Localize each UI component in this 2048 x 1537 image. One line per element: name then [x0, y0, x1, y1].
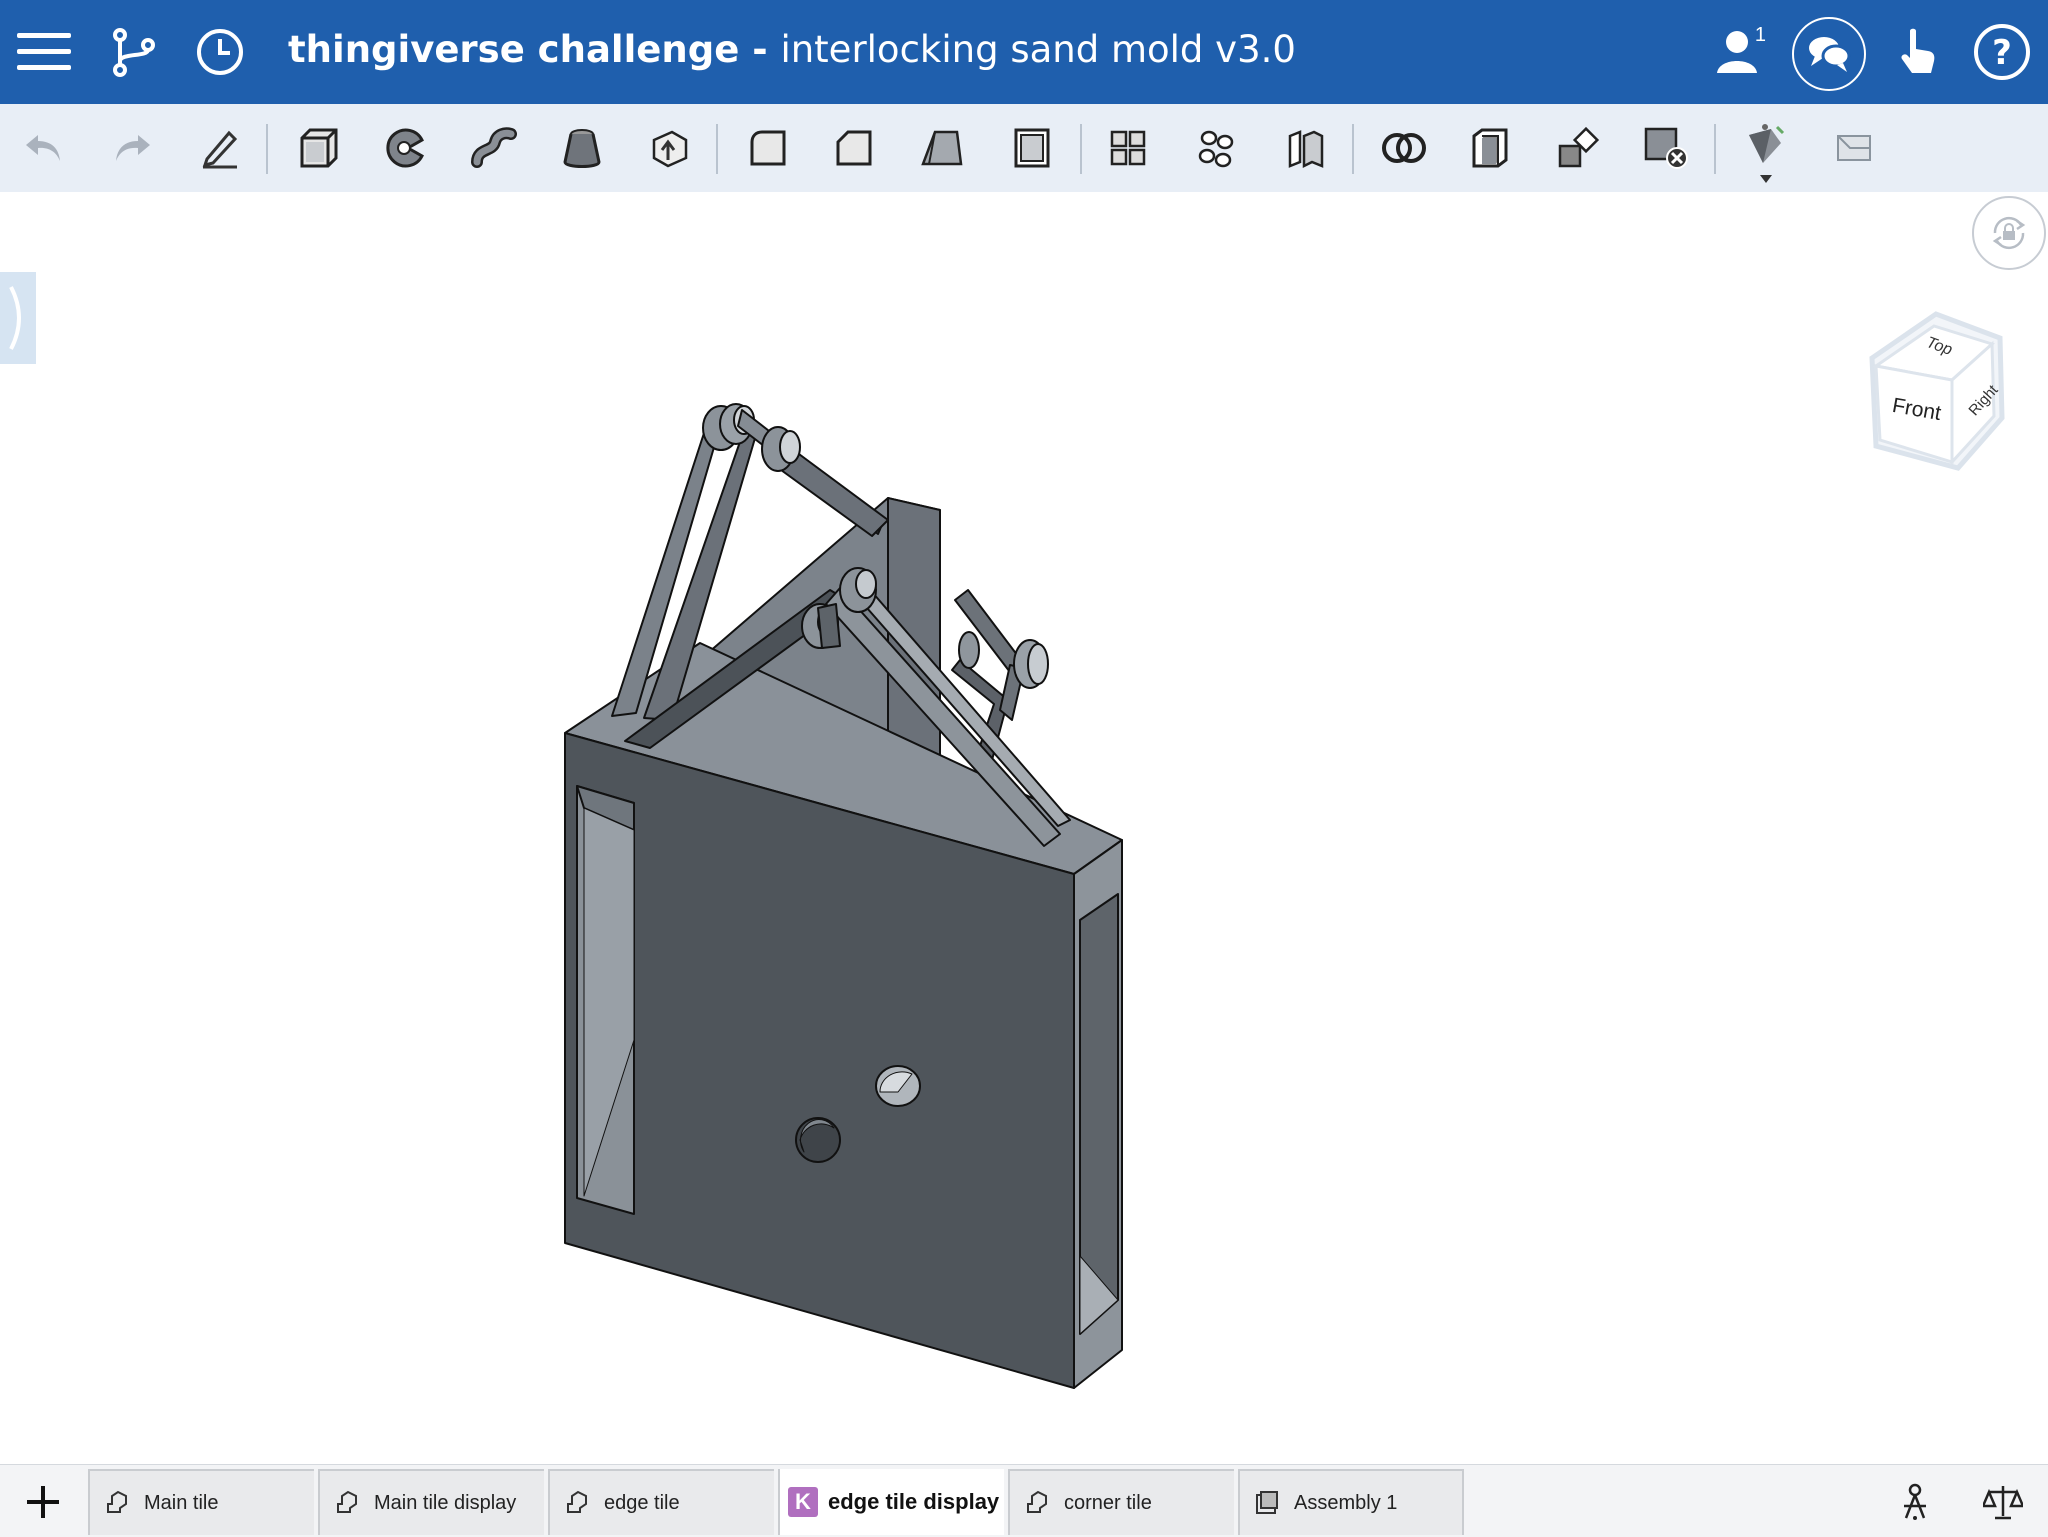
tab-label: Main tile display [374, 1491, 517, 1514]
document-header: thingiverse challenge - interlocking san… [0, 0, 2048, 104]
feature-studio-badge: K [788, 1487, 818, 1517]
sketch-icon[interactable] [192, 120, 248, 176]
collaborator-count: 1 [1754, 24, 1766, 46]
part-studio-icon [562, 1488, 592, 1518]
rotation-lock-button[interactable] [1972, 196, 2046, 270]
document-title: thingiverse challenge - interlocking san… [288, 28, 1296, 71]
chat-icon[interactable] [1792, 17, 1866, 91]
plus-icon [27, 1486, 59, 1518]
tab-label: Main tile [144, 1491, 219, 1514]
tab-label: corner tile [1064, 1491, 1152, 1514]
revolve-icon[interactable] [378, 120, 434, 176]
boolean-icon[interactable] [1376, 120, 1432, 176]
plane-icon[interactable] [1826, 120, 1882, 176]
toolbar-separator [1352, 124, 1354, 174]
branch-icon[interactable] [104, 22, 164, 82]
rotate-lock-icon [1992, 216, 2026, 250]
help-icon[interactable]: ? [1972, 22, 2032, 82]
extrude-icon[interactable] [290, 120, 346, 176]
user-icon[interactable]: 1 [1710, 22, 1770, 82]
tab-edge-tile-display[interactable]: K edge tile display [778, 1469, 1004, 1535]
custom-feature-icon: K [788, 1487, 818, 1517]
chevron-right-icon [9, 286, 21, 350]
menu-icon[interactable] [14, 22, 74, 82]
document-tab-bar: Main tile Main tile display edge tile K … [0, 1464, 2048, 1537]
fillet-icon[interactable] [740, 120, 796, 176]
cad-model[interactable] [540, 390, 1140, 1400]
replace-face-icon[interactable] [1550, 120, 1606, 176]
add-tab-button[interactable] [18, 1477, 68, 1527]
document-name: interlocking sand mold v3.0 [780, 28, 1296, 71]
pattern-icon[interactable] [1100, 120, 1156, 176]
project-name: thingiverse challenge [288, 28, 740, 71]
tab-label: edge tile [604, 1491, 680, 1514]
feature-toolbar [0, 104, 2048, 193]
compare-icon[interactable] [1980, 1479, 2026, 1525]
undo-icon[interactable] [16, 120, 72, 176]
appearance-icon[interactable] [1736, 120, 1792, 176]
chevron-down-icon[interactable] [1758, 172, 1774, 186]
part-studio-icon [1022, 1488, 1052, 1518]
redo-icon[interactable] [104, 120, 160, 176]
touch-icon[interactable] [1888, 22, 1948, 82]
chamfer-icon[interactable] [826, 120, 882, 176]
assembly-icon [1252, 1488, 1282, 1518]
title-separator: - [739, 28, 781, 71]
history-icon[interactable] [190, 22, 250, 82]
transform-icon[interactable] [1190, 120, 1246, 176]
tab-main-tile[interactable]: Main tile [88, 1469, 314, 1535]
draft-icon[interactable] [914, 120, 970, 176]
part-studio-icon [332, 1488, 362, 1518]
modify-face-icon[interactable] [1462, 120, 1518, 176]
delete-part-icon[interactable] [1638, 120, 1694, 176]
thicken-icon[interactable] [642, 120, 698, 176]
toolbar-separator [1714, 124, 1716, 174]
tab-label: edge tile display [828, 1489, 1000, 1514]
view-cube[interactable]: Top Front Right [1866, 306, 2016, 476]
tab-assembly-1[interactable]: Assembly 1 [1238, 1469, 1464, 1535]
tab-main-tile-display[interactable]: Main tile display [318, 1469, 544, 1535]
tab-label: Assembly 1 [1294, 1491, 1398, 1514]
toolbar-separator [266, 124, 268, 174]
tab-corner-tile[interactable]: corner tile [1008, 1469, 1234, 1535]
toolbar-separator [716, 124, 718, 174]
loft-icon[interactable] [554, 120, 610, 176]
shell-icon[interactable] [1004, 120, 1060, 176]
sweep-icon[interactable] [466, 120, 522, 176]
mate-connector-icon[interactable] [1892, 1479, 1938, 1525]
split-icon[interactable] [1278, 120, 1334, 176]
svg-text:?: ? [1992, 33, 2012, 73]
feature-list-toggle[interactable] [0, 272, 36, 364]
toolbar-separator [1080, 124, 1082, 174]
part-studio-icon [102, 1488, 132, 1518]
tab-edge-tile[interactable]: edge tile [548, 1469, 774, 1535]
